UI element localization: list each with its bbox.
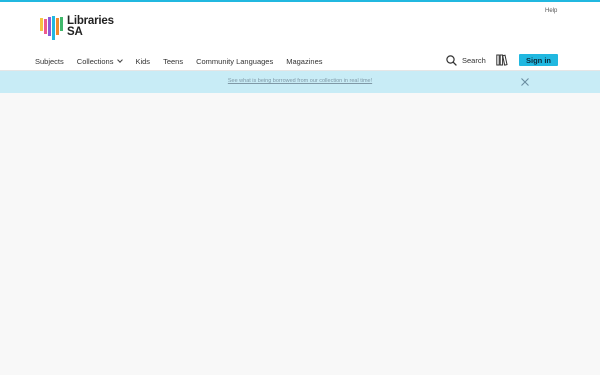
help-link[interactable]: Help bbox=[545, 8, 557, 14]
logo-bar bbox=[52, 16, 55, 40]
logo-bars-icon bbox=[40, 16, 63, 40]
nav-item-label: Community Languages bbox=[196, 56, 274, 66]
nav-item-collections[interactable]: Collections bbox=[76, 56, 124, 66]
close-icon[interactable] bbox=[520, 77, 530, 87]
nav-item-label: Magazines bbox=[286, 56, 323, 66]
logo-line-2: SA bbox=[67, 26, 83, 38]
nav-item-teens[interactable]: Teens bbox=[163, 57, 183, 66]
search-icon bbox=[446, 54, 457, 66]
sign-in-button[interactable]: Sign in bbox=[519, 54, 558, 66]
main-content-area bbox=[0, 93, 600, 375]
banner-link[interactable]: See what is being borrowed from our coll… bbox=[0, 78, 600, 84]
logo-bar bbox=[44, 19, 47, 34]
nav-item-kids[interactable]: Kids bbox=[135, 57, 150, 66]
logo-text: Libraries SA bbox=[67, 15, 114, 38]
search-label: Search bbox=[462, 55, 486, 65]
nav-item-subjects[interactable]: Subjects bbox=[35, 57, 64, 66]
nav-item-label: Kids bbox=[135, 56, 151, 66]
logo-bar bbox=[48, 17, 51, 36]
nav-item-label: Subjects bbox=[35, 56, 64, 66]
main-nav: Subjects Collections Kids Teens Communit… bbox=[35, 55, 323, 67]
nav-item-label: Teens bbox=[163, 56, 184, 66]
library-books-icon[interactable] bbox=[496, 54, 508, 66]
live-borrowing-banner: See what is being borrowed from our coll… bbox=[0, 71, 600, 93]
libraries-sa-logo[interactable]: Libraries SA bbox=[40, 15, 120, 42]
nav-item-community-languages[interactable]: Community Languages bbox=[196, 57, 273, 66]
logo-bar bbox=[56, 18, 59, 35]
logo-bar bbox=[40, 18, 43, 31]
logo-bar bbox=[60, 17, 63, 31]
nav-item-magazines[interactable]: Magazines bbox=[286, 57, 322, 66]
chevron-down-icon bbox=[117, 57, 124, 63]
search-button[interactable]: Search bbox=[446, 54, 486, 66]
nav-item-label: Collections bbox=[76, 56, 114, 66]
